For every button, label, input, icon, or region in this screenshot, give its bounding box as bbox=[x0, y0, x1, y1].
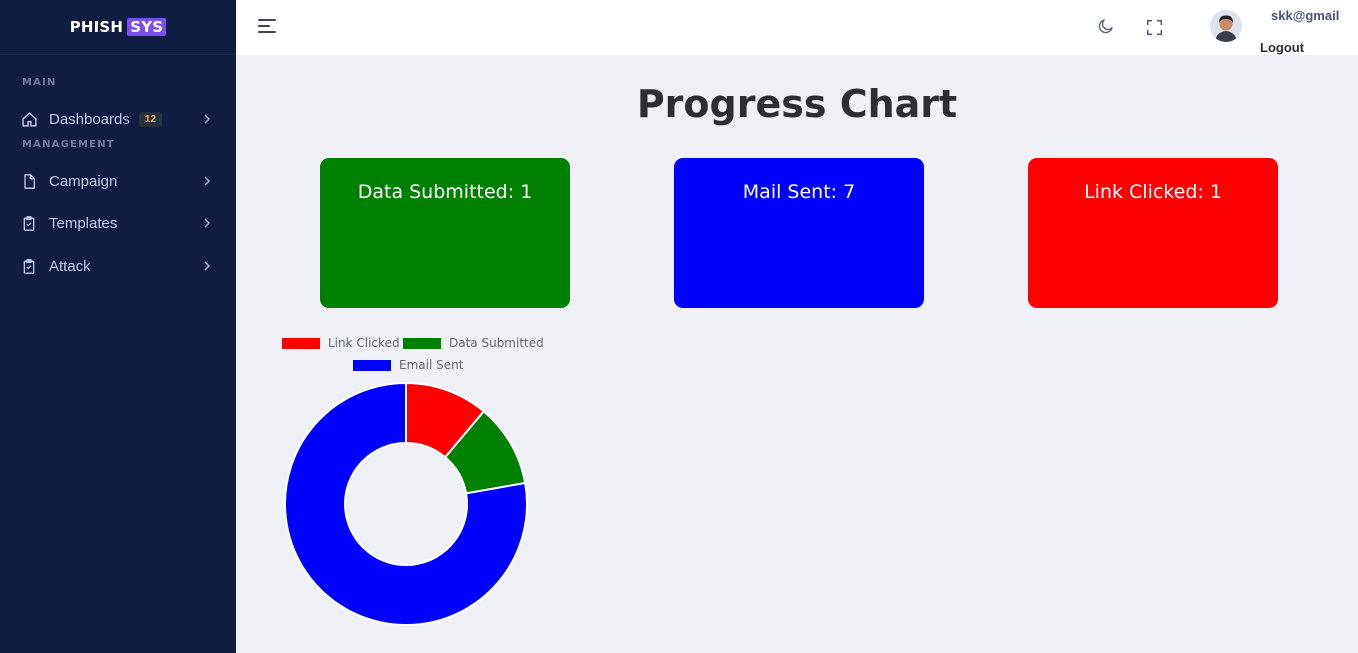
stat-value: 7 bbox=[843, 181, 856, 203]
moon-icon[interactable] bbox=[1095, 15, 1117, 37]
legend-item-link-clicked[interactable]: Link Clicked bbox=[282, 336, 400, 350]
legend-item-data-submitted[interactable]: Data Submitted bbox=[403, 336, 544, 350]
sidebar-item-dashboards[interactable]: Dashboards 12 bbox=[0, 99, 236, 139]
sidebar-section-management: MANAGEMENT bbox=[22, 139, 115, 150]
stat-card-data-submitted: Data Submitted: 1 bbox=[320, 158, 570, 308]
user-email: skk@gmail bbox=[1271, 8, 1340, 23]
chevron-right-icon bbox=[202, 176, 212, 186]
legend-swatch bbox=[403, 337, 441, 349]
sidebar-item-campaign[interactable]: Campaign bbox=[0, 161, 236, 201]
top-header: skk@gmail Logout bbox=[236, 0, 1358, 55]
brand-logo[interactable]: PHISH SYS bbox=[0, 0, 236, 55]
count-badge: 12 bbox=[138, 111, 163, 127]
file-icon bbox=[20, 172, 38, 190]
legend-item-email-sent[interactable]: Email Sent bbox=[353, 358, 463, 372]
clipboard-check-icon bbox=[20, 257, 38, 275]
legend-label: Email Sent bbox=[399, 358, 464, 372]
sidebar-section-main: MAIN bbox=[22, 77, 57, 88]
clipboard-check-icon bbox=[20, 214, 38, 232]
stat-card-link-clicked: Link Clicked: 1 bbox=[1028, 158, 1278, 308]
sidebar-item-label: Attack bbox=[49, 257, 91, 275]
sidebar-item-attack[interactable]: Attack bbox=[0, 246, 236, 286]
sidebar: PHISH SYS MAIN Dashboards 12 MANAGEMENT … bbox=[0, 0, 236, 653]
stat-label: Data Submitted: bbox=[357, 181, 515, 203]
sidebar-item-templates[interactable]: Templates bbox=[0, 203, 236, 243]
progress-donut-chart bbox=[284, 382, 528, 626]
stat-value: 1 bbox=[520, 181, 533, 203]
fullscreen-icon[interactable] bbox=[1143, 16, 1165, 38]
stat-label: Mail Sent: bbox=[742, 181, 838, 203]
stat-label: Link Clicked: bbox=[1084, 181, 1204, 203]
chevron-right-icon bbox=[202, 261, 212, 271]
stat-value: 1 bbox=[1209, 181, 1222, 203]
legend-label: Data Submitted bbox=[449, 336, 544, 350]
chevron-right-icon bbox=[202, 114, 212, 124]
logout-link[interactable]: Logout bbox=[1260, 40, 1304, 55]
sidebar-item-label: Templates bbox=[49, 214, 118, 232]
legend-swatch bbox=[353, 359, 391, 371]
stat-card-mail-sent: Mail Sent: 7 bbox=[674, 158, 924, 308]
sidebar-item-label: Campaign bbox=[49, 172, 118, 190]
chevron-right-icon bbox=[202, 218, 212, 228]
avatar[interactable] bbox=[1210, 10, 1242, 42]
home-icon bbox=[20, 110, 38, 128]
brand-text-highlight: SYS bbox=[127, 18, 167, 36]
legend-label: Link Clicked bbox=[328, 336, 400, 350]
menu-icon[interactable] bbox=[258, 18, 276, 34]
brand-text-primary: PHISH bbox=[69, 18, 124, 36]
legend-swatch bbox=[282, 337, 320, 349]
page-title: Progress Chart bbox=[636, 82, 958, 126]
sidebar-item-label: Dashboards bbox=[49, 110, 130, 128]
